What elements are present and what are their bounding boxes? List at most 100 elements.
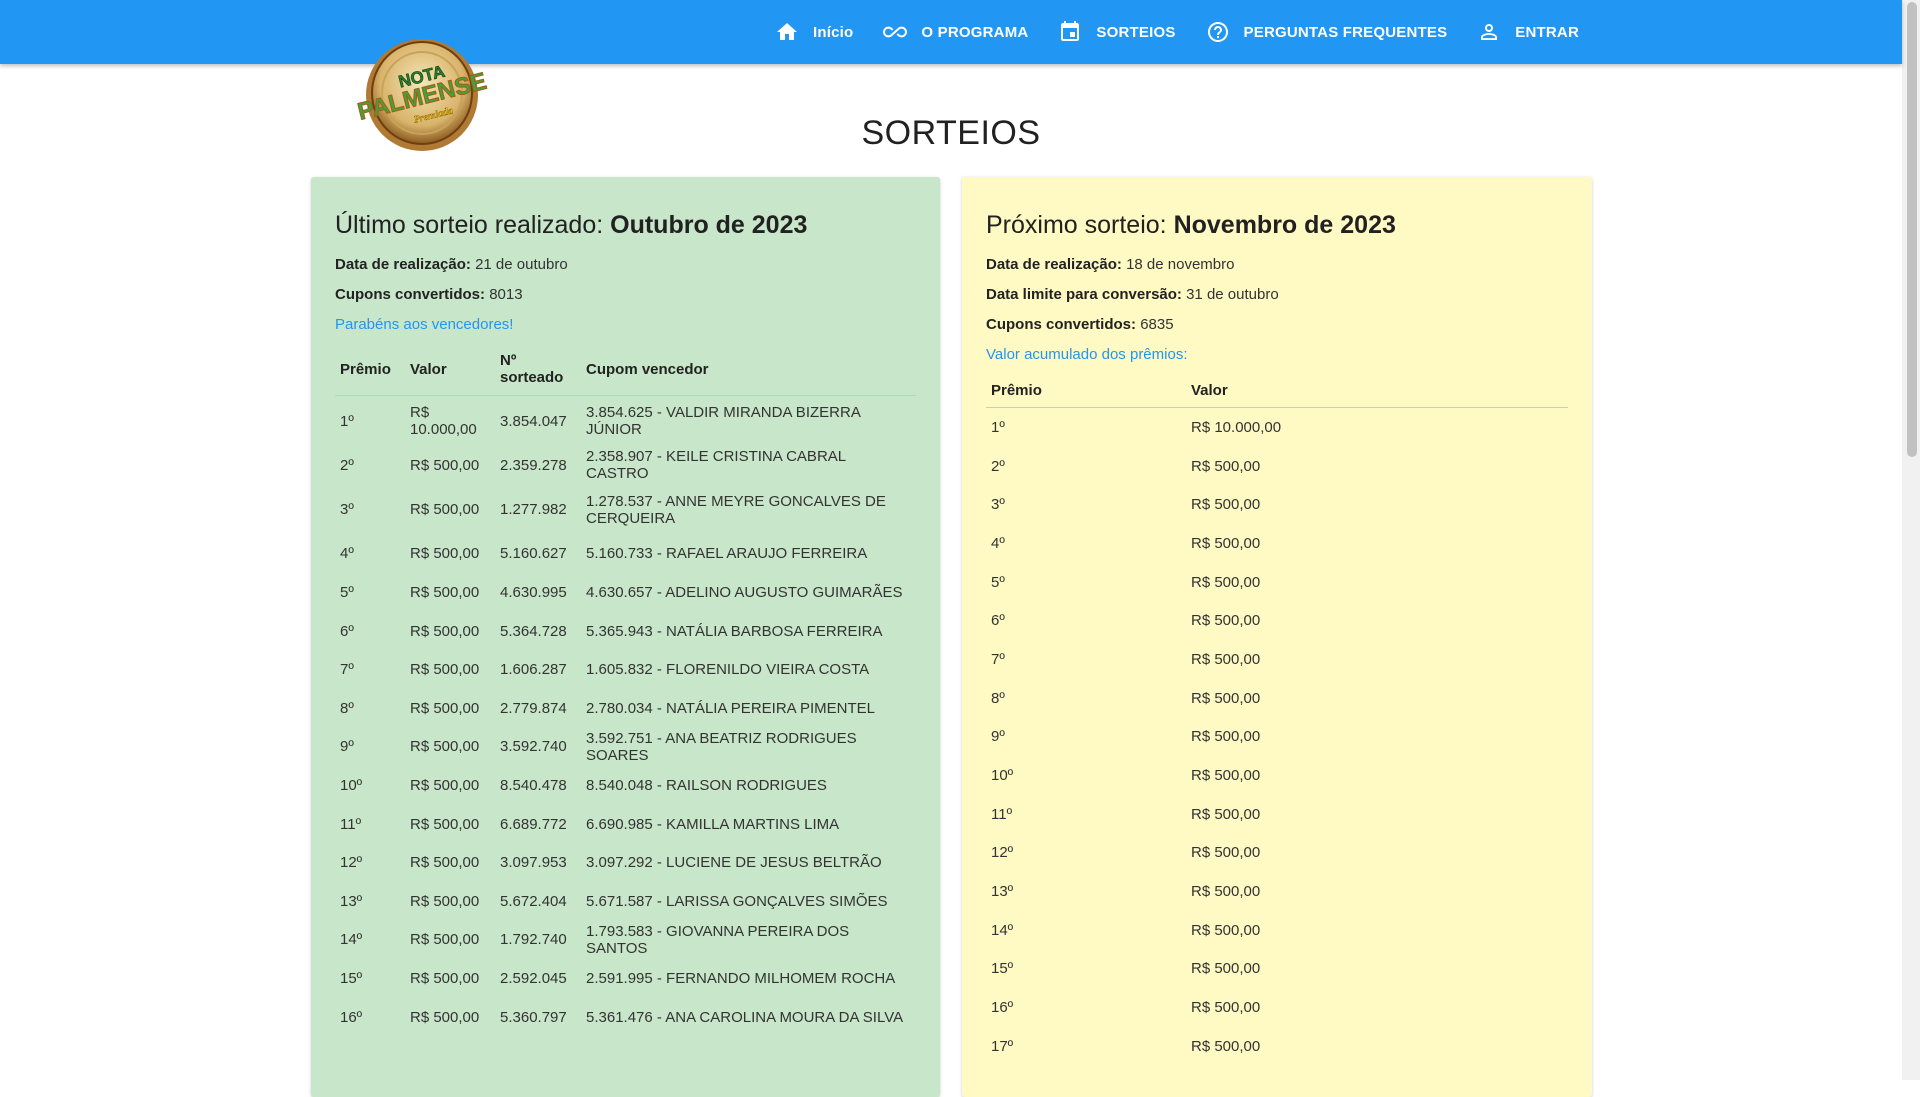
cell-winner: 2.780.034 - NATÁLIA PEREIRA PIMENTEL xyxy=(586,699,876,717)
home-icon xyxy=(777,23,798,40)
next-draw-title: Próximo sorteio: Novembro de 2023 xyxy=(986,211,1396,239)
table-header-row: Prêmio Valor Nº sorteado Cupom vencedor xyxy=(335,343,916,396)
cell-winner: 5.671.587 - LARISSA GONÇALVES SIMÕES xyxy=(586,892,888,910)
cell-value: R$ 500,00 xyxy=(1191,612,1261,630)
next-draw-date: Data de realização: 18 de novembro xyxy=(986,256,1235,273)
cell-number: 5.364.728 xyxy=(500,622,567,640)
table-row: 3º R$ 500,00 1.277.982 1.278.537 - ANNE MEY… xyxy=(335,485,916,535)
cell-prize: 9º xyxy=(991,728,1005,746)
table-row: 6º R$ 500,00 xyxy=(986,601,1568,640)
table-header-row: Prêmio Valor xyxy=(986,373,1568,408)
table-row: 14º R$ 500,00 1.792.740 1.793.583 - GIOVANN… xyxy=(335,921,916,960)
congrats-winners-link[interactable]: Parabéns aos vencedores! xyxy=(335,316,916,333)
cell-winner: 3.097.292 - LUCIENE DE JESUS BELTRÃO xyxy=(586,854,882,872)
cell-value: R$ 500,00 xyxy=(410,699,480,717)
cell-value: R$ 10.000,00 xyxy=(410,404,477,438)
cell-value: R$ 500,00 xyxy=(1191,767,1261,785)
table-row: 2º R$ 500,00 2.359.278 2.358.907 - KEILE CR… xyxy=(335,446,916,485)
col-header-premio: Prêmio xyxy=(335,343,405,396)
cell-winner: 8.540.048 - RAILSON RODRIGUES xyxy=(586,776,827,794)
next-draw-deadline: Data limite para conversão: 31 de outubr… xyxy=(986,286,1279,303)
col-header-cupom-vencedor: Cupom vencedor xyxy=(581,343,916,396)
nav-menu: Início O PROGRAMA SORTEIOS PERGUNTAS FRE… xyxy=(745,0,1579,64)
cell-winner: 3.592.751 - ANA BEATRIZ RODRIGUES SOARES xyxy=(586,729,857,764)
last-draw-card: Último sorteio realizado: Outubro de 202… xyxy=(311,177,940,1097)
cell-prize: 5º xyxy=(991,573,1005,591)
cell-value: R$ 500,00 xyxy=(1191,496,1261,514)
cell-value: R$ 500,00 xyxy=(410,738,480,756)
nota-palmense-logo[interactable]: NOTA PALMENSE Premiada xyxy=(350,32,498,154)
cell-value: R$ 10.000,00 xyxy=(1191,418,1282,436)
cell-winner: 5.361.476 - ANA CAROLINA MOURA DA SILVA xyxy=(586,1008,904,1026)
cell-number: 6.689.772 xyxy=(500,815,567,833)
nav-item-inicio[interactable]: Início xyxy=(775,20,853,44)
cell-prize: 6º xyxy=(991,612,1005,630)
nav-item-entrar[interactable]: ENTRAR xyxy=(1477,20,1579,44)
page-title: SORTEIOS xyxy=(861,114,1041,152)
cell-prize: 15º xyxy=(340,969,363,987)
table-row: 7º R$ 500,00 xyxy=(986,640,1568,679)
scrollbar-thumb[interactable] xyxy=(1907,2,1917,457)
table-row: 13º R$ 500,00 xyxy=(986,872,1568,911)
table-row: 11º R$ 500,00 xyxy=(986,795,1568,834)
table-row: 16º R$ 500,00 xyxy=(986,988,1568,1027)
table-row: 6º R$ 500,00 5.364.728 5.365.943 - NATÁLIA … xyxy=(335,612,916,651)
cell-value: R$ 500,00 xyxy=(1191,999,1261,1017)
cell-number: 5.672.404 xyxy=(500,892,567,910)
cell-winner: 2.591.995 - FERNANDO MILHOMEM ROCHA xyxy=(586,969,896,987)
cell-number: 5.160.627 xyxy=(500,545,567,563)
cell-value: R$ 500,00 xyxy=(410,854,480,872)
top-navbar: Início O PROGRAMA SORTEIOS PERGUNTAS FRE… xyxy=(0,0,1902,64)
cell-value: R$ 500,00 xyxy=(1191,844,1261,862)
winners-table: Prêmio Valor Nº sorteado Cupom vencedor … xyxy=(335,343,916,1036)
cell-winner: 3.854.625 - VALDIR MIRANDA BIZERRA JÚNIO… xyxy=(586,404,860,438)
calendar-icon xyxy=(1061,21,1080,41)
cell-prize: 2º xyxy=(991,457,1005,475)
cell-prize: 7º xyxy=(991,650,1005,668)
cell-value: R$ 500,00 xyxy=(410,661,480,679)
nav-item-label: SORTEIOS xyxy=(1096,23,1176,41)
cell-number: 3.592.740 xyxy=(500,738,567,756)
cell-prize: 3º xyxy=(340,501,354,519)
cell-prize: 9º xyxy=(340,738,354,756)
cell-prize: 10º xyxy=(991,767,1014,785)
cell-prize: 13º xyxy=(991,883,1014,901)
cell-number: 3.097.953 xyxy=(500,854,567,872)
table-row: 12º R$ 500,00 3.097.953 3.097.292 - LUCIENE… xyxy=(335,843,916,882)
cell-value: R$ 500,00 xyxy=(1191,960,1261,978)
accumulated-prizes-link[interactable]: Valor acumulado dos prêmios: xyxy=(986,346,1568,363)
cell-prize: 2º xyxy=(340,456,354,474)
table-row: 13º R$ 500,00 5.672.404 5.671.587 - LARISSA… xyxy=(335,882,916,921)
cell-prize: 12º xyxy=(991,844,1014,862)
cell-number: 2.592.045 xyxy=(500,969,567,987)
table-row: 10º R$ 500,00 8.540.478 8.540.048 - RAILSON… xyxy=(335,766,916,805)
nav-item-sorteios[interactable]: SORTEIOS xyxy=(1058,20,1175,44)
cell-value: R$ 500,00 xyxy=(1191,921,1261,939)
cell-number: 2.359.278 xyxy=(500,456,567,474)
cell-winner: 1.605.832 - FLORENILDO VIEIRA COSTA xyxy=(586,661,870,679)
nav-item-label: PERGUNTAS FREQUENTES xyxy=(1243,23,1448,41)
table-row: 4º R$ 500,00 xyxy=(986,524,1568,563)
nav-item-o-programa[interactable]: O PROGRAMA xyxy=(883,20,1028,44)
last-draw-title: Último sorteio realizado: Outubro de 202… xyxy=(335,211,808,239)
cell-value: R$ 500,00 xyxy=(1191,457,1261,475)
cell-value: R$ 500,00 xyxy=(410,815,480,833)
cell-prize: 14º xyxy=(991,921,1014,939)
cell-prize: 16º xyxy=(340,1008,363,1026)
cell-value: R$ 500,00 xyxy=(410,622,480,640)
page-scrollbar[interactable] xyxy=(1902,0,1920,1080)
nav-item-label: ENTRAR xyxy=(1515,23,1579,41)
cell-value: R$ 500,00 xyxy=(410,501,480,519)
cell-winner: 6.690.985 - KAMILLA MARTINS LIMA xyxy=(586,815,840,833)
cell-prize: 16º xyxy=(991,999,1014,1017)
cell-prize: 4º xyxy=(340,545,354,563)
nav-item-label: Início xyxy=(813,23,854,41)
cell-prize: 6º xyxy=(340,622,354,640)
next-draw-coupons: Cupons convertidos: 6835 xyxy=(986,316,1174,333)
cell-prize: 3º xyxy=(991,496,1005,514)
cell-value: R$ 500,00 xyxy=(1191,650,1261,668)
cell-prize: 7º xyxy=(340,661,354,679)
nav-item-perguntas-frequentes[interactable]: PERGUNTAS FREQUENTES xyxy=(1206,20,1448,44)
table-row: 4º R$ 500,00 5.160.627 5.160.733 - RAFAEL A… xyxy=(335,535,916,574)
cell-winner: 1.793.583 - GIOVANNA PEREIRA DOS SANTOS xyxy=(586,922,850,957)
